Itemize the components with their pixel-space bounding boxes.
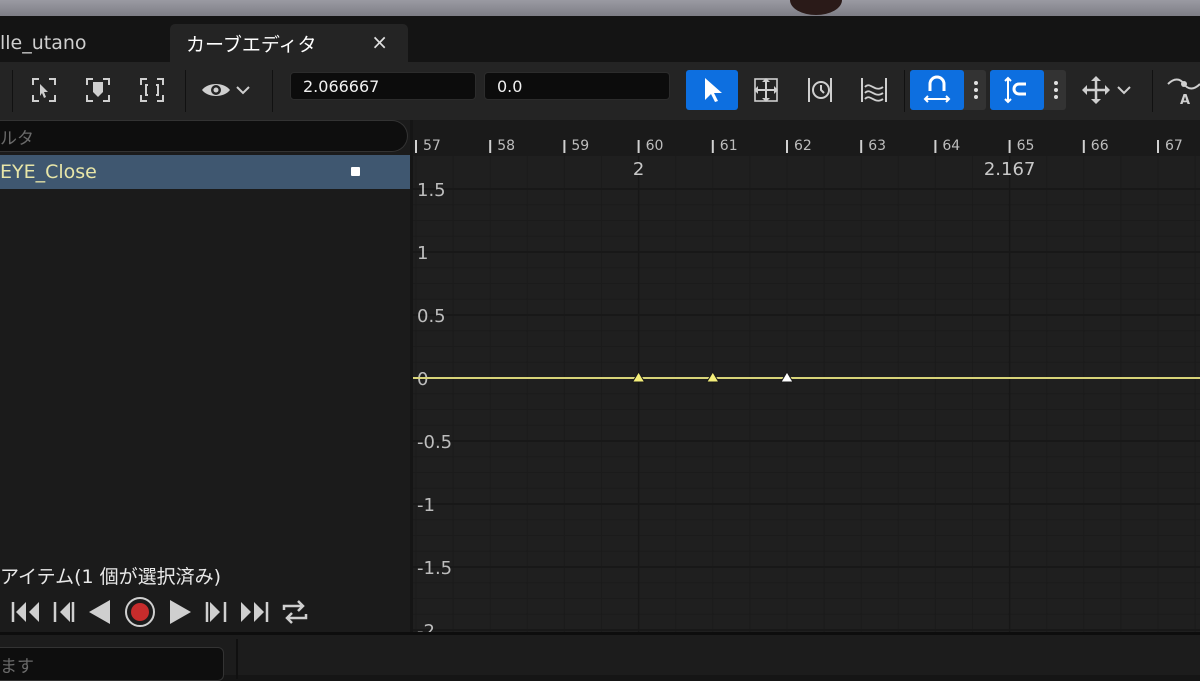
transport-controls [10, 595, 310, 629]
multi-scale-tool-icon[interactable] [852, 70, 896, 110]
axis-snap-icon[interactable] [1078, 70, 1114, 110]
tab-asset-label: lle_utano [0, 32, 87, 54]
time-value-field[interactable]: 2.066667 [290, 72, 476, 100]
ruler-tick-label: 59 [571, 138, 589, 154]
record-icon[interactable] [124, 596, 156, 628]
y-axis-label: 0 [417, 369, 428, 390]
tab-curve-editor[interactable]: カーブエディタ × [170, 24, 408, 62]
transform-tool-icon[interactable] [744, 70, 788, 110]
play-reverse-icon[interactable] [86, 599, 114, 625]
y-axis-label: 1 [417, 243, 428, 264]
view-options-icon[interactable] [196, 70, 236, 110]
time-label: 2 [633, 159, 644, 180]
ruler-tick-label: 65 [1017, 138, 1035, 154]
curve-row[interactable]: EYE_Close [0, 155, 410, 189]
close-icon[interactable]: × [371, 30, 388, 54]
search-input[interactable]: ます [0, 647, 224, 681]
filter-placeholder: ルタ [0, 128, 34, 149]
filter-input[interactable]: ルタ [0, 120, 408, 152]
y-axis-label: -2 [417, 621, 435, 632]
frame-all-icon[interactable] [134, 70, 170, 110]
ruler-tick-label: 57 [423, 138, 441, 154]
snap-value-icon[interactable] [990, 70, 1044, 110]
ruler-tick-label: 67 [1165, 138, 1183, 154]
loop-icon[interactable] [280, 598, 310, 626]
ruler-tick-label: 62 [794, 138, 812, 154]
select-keys-icon[interactable] [26, 70, 62, 110]
ruler-tick-label: 64 [942, 138, 960, 154]
step-forward-icon[interactable] [204, 599, 228, 625]
time-label: 2.167 [984, 159, 1036, 180]
ruler-tick-label: 63 [868, 138, 886, 154]
jump-to-start-icon[interactable] [10, 599, 42, 625]
curve-visibility-icon[interactable] [351, 167, 360, 176]
ruler-tick-label: 66 [1091, 138, 1109, 154]
retime-tool-icon[interactable] [798, 70, 842, 110]
y-axis-label: -1.5 [417, 558, 452, 579]
curve-list-panel: ルタ EYE_Close アイテム(1 個が選択済み) [0, 120, 410, 632]
y-axis-label: -1 [417, 495, 435, 516]
step-back-icon[interactable] [52, 599, 76, 625]
divider [236, 639, 238, 679]
bottom-bar: ます [0, 632, 1200, 681]
snap-time-icon[interactable] [910, 70, 964, 110]
curve-graph[interactable]: 57 58 59 60 61 62 63 64 65 66 67 2 2.167 1.5 1 0.5 0 -0… [413, 120, 1200, 632]
curve-graph-canvas[interactable]: 57 58 59 60 61 62 63 64 65 66 67 2 2.167 1.5 1 0.5 0 -0… [413, 120, 1200, 632]
frame-selection-icon[interactable] [80, 70, 116, 110]
jump-to-end-icon[interactable] [238, 599, 270, 625]
tangent-auto-icon[interactable]: A [1166, 70, 1200, 110]
tab-asset[interactable]: lle_utano [0, 24, 168, 62]
tab-curve-editor-label: カーブエディタ [186, 33, 317, 56]
item-count-label: アイテム(1 個が選択済み) [0, 566, 222, 588]
svg-text:A: A [1180, 93, 1190, 106]
more-options-icon[interactable] [1046, 70, 1066, 110]
select-tool-icon[interactable] [686, 70, 738, 110]
y-axis-label: 0.5 [417, 306, 446, 327]
chevron-down-icon[interactable] [234, 70, 252, 110]
y-axis-label: -0.5 [417, 432, 452, 453]
viewport-object [790, 0, 842, 15]
viewport-strip [0, 0, 1200, 16]
ruler-tick-label: 61 [720, 138, 738, 154]
curve-label: EYE_Close [0, 161, 97, 183]
toolbar: 2.066667 0.0 A [0, 62, 1200, 120]
tab-bar: lle_utano カーブエディタ × [0, 16, 1200, 62]
more-options-icon[interactable] [966, 70, 986, 110]
search-placeholder: ます [0, 656, 34, 677]
chevron-down-icon[interactable] [1114, 70, 1134, 110]
y-axis-label: 1.5 [417, 180, 446, 201]
play-icon[interactable] [166, 599, 194, 625]
ruler-tick-label: 58 [497, 138, 515, 154]
ruler-tick-label: 60 [646, 138, 664, 154]
curve-value-field[interactable]: 0.0 [484, 72, 670, 100]
